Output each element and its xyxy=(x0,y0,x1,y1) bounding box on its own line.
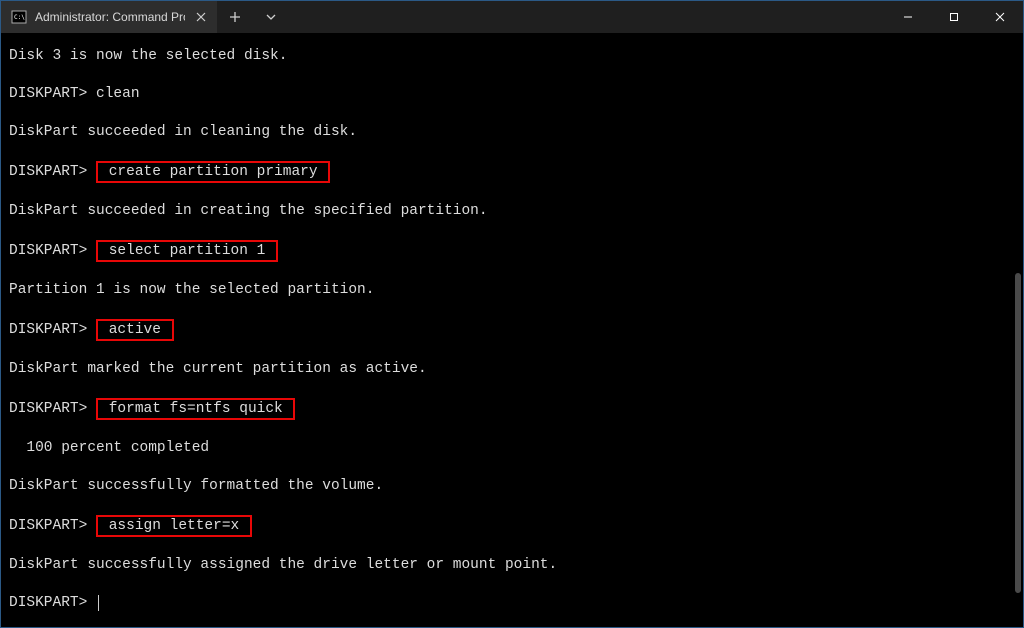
terminal-line xyxy=(9,183,1015,202)
diskpart-prompt: DISKPART> xyxy=(9,164,96,180)
terminal-line xyxy=(9,341,1015,360)
maximize-button[interactable] xyxy=(931,1,977,33)
terminal-line: DISKPART> assign letter=x xyxy=(9,515,1015,537)
new-tab-button[interactable] xyxy=(217,1,253,33)
command-text: assign letter=x xyxy=(96,515,252,537)
minimize-button[interactable] xyxy=(885,1,931,33)
terminal-line xyxy=(9,300,1015,319)
terminal-line: DiskPart succeeded in cleaning the disk. xyxy=(9,123,1015,142)
terminal-line xyxy=(9,142,1015,161)
terminal-area[interactable]: Disk 3 is now the selected disk. DISKPAR… xyxy=(1,33,1023,627)
diskpart-prompt: DISKPART> xyxy=(9,243,96,259)
cursor xyxy=(98,595,99,611)
command-text: format fs=ntfs quick xyxy=(96,398,295,420)
terminal-line xyxy=(9,575,1015,594)
scrollbar-thumb[interactable] xyxy=(1015,273,1021,593)
terminal-line xyxy=(9,420,1015,439)
window-controls xyxy=(885,1,1023,33)
diskpart-prompt: DISKPART> xyxy=(9,86,96,102)
terminal-line: 100 percent completed xyxy=(9,439,1015,458)
close-button[interactable] xyxy=(977,1,1023,33)
terminal-line: DiskPart marked the current partition as… xyxy=(9,360,1015,379)
command-text: select partition 1 xyxy=(96,240,278,262)
terminal-line: DISKPART> clean xyxy=(9,85,1015,104)
terminal-line xyxy=(9,221,1015,240)
tab-title: Administrator: Command Promp xyxy=(35,10,185,24)
titlebar: C:\ Administrator: Command Promp xyxy=(1,1,1023,33)
terminal-line: DiskPart succeeded in creating the speci… xyxy=(9,202,1015,221)
terminal-line: DISKPART> active xyxy=(9,319,1015,341)
terminal-line: DISKPART> select partition 1 xyxy=(9,240,1015,262)
command-text: create partition primary xyxy=(96,161,330,183)
command-text: clean xyxy=(96,86,140,102)
cmd-icon: C:\ xyxy=(11,9,27,25)
terminal-line xyxy=(9,379,1015,398)
terminal-line xyxy=(9,104,1015,123)
terminal-line: DISKPART> format fs=ntfs quick xyxy=(9,398,1015,420)
terminal-line: Partition 1 is now the selected partitio… xyxy=(9,281,1015,300)
terminal-line xyxy=(9,458,1015,477)
tab-dropdown-button[interactable] xyxy=(253,1,289,33)
terminal-line xyxy=(9,537,1015,556)
tab-close-button[interactable] xyxy=(193,9,209,25)
terminal-line: DiskPart successfully formatted the volu… xyxy=(9,477,1015,496)
diskpart-prompt: DISKPART> xyxy=(9,518,96,534)
diskpart-prompt: DISKPART> xyxy=(9,401,96,417)
terminal-line: Disk 3 is now the selected disk. xyxy=(9,47,1015,66)
tab-active[interactable]: C:\ Administrator: Command Promp xyxy=(1,1,217,33)
terminal-line xyxy=(9,496,1015,515)
svg-text:C:\: C:\ xyxy=(14,14,25,21)
tab-actions xyxy=(217,1,289,33)
terminal-line: DISKPART> xyxy=(9,594,1015,613)
terminal-line xyxy=(9,66,1015,85)
diskpart-prompt: DISKPART> xyxy=(9,595,96,611)
terminal-line xyxy=(9,262,1015,281)
command-text: active xyxy=(96,319,174,341)
diskpart-prompt: DISKPART> xyxy=(9,322,96,338)
terminal-line: DISKPART> create partition primary xyxy=(9,161,1015,183)
terminal-line: DiskPart successfully assigned the drive… xyxy=(9,556,1015,575)
